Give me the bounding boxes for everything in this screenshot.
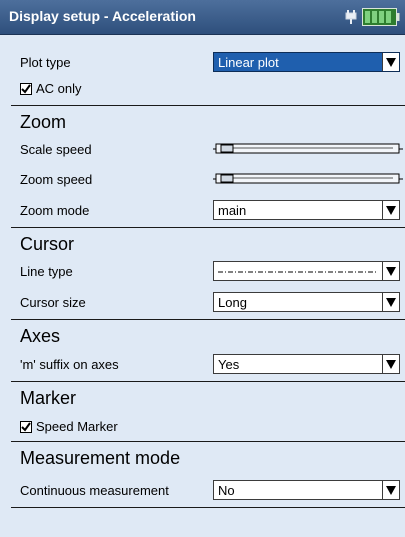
window-title: Display setup - Acceleration (9, 8, 196, 24)
cursor-size-value: Long (218, 295, 247, 310)
slider-thumb[interactable] (220, 144, 234, 153)
ac-only-checkbox[interactable] (20, 83, 32, 95)
m-suffix-value: Yes (218, 357, 240, 372)
divider (11, 319, 405, 320)
zoom-section-header: Zoom (20, 112, 67, 132)
divider (11, 441, 405, 442)
zoom-mode-value: main (218, 203, 247, 218)
cursor-size-label: Cursor size (20, 295, 86, 310)
chevron-down-icon[interactable] (382, 293, 399, 311)
settings-panel: Plot type Linear plot AC only Zoom Scale… (0, 34, 405, 537)
line-type-dropdown[interactable] (213, 261, 400, 281)
cursor-section-header: Cursor (20, 234, 75, 254)
speed-marker-label: Speed Marker (36, 419, 118, 434)
zoom-mode-dropdown[interactable]: main (213, 200, 400, 220)
scale-speed-label: Scale speed (20, 142, 92, 157)
slider-thumb[interactable] (220, 174, 234, 183)
plug-icon (345, 10, 357, 24)
dash-dot-line-preview (218, 271, 378, 273)
m-suffix-dropdown[interactable]: Yes (213, 354, 400, 374)
continuous-measurement-label: Continuous measurement (20, 483, 169, 498)
zoom-speed-label: Zoom speed (20, 172, 93, 187)
plot-type-label: Plot type (20, 55, 71, 70)
divider (11, 381, 405, 382)
axes-section-header: Axes (20, 326, 61, 346)
plot-type-dropdown[interactable]: Linear plot (213, 52, 400, 72)
continuous-measurement-value: No (218, 483, 235, 498)
chevron-down-icon[interactable] (382, 355, 399, 373)
battery-icon (362, 8, 400, 26)
zoom-speed-slider[interactable] (213, 172, 403, 186)
zoom-mode-label: Zoom mode (20, 203, 90, 218)
chevron-down-icon[interactable] (382, 201, 399, 219)
m-suffix-label: 'm' suffix on axes (20, 357, 119, 372)
speed-marker-checkbox[interactable] (20, 421, 32, 433)
divider (11, 227, 405, 228)
plot-type-value: Linear plot (218, 55, 279, 70)
chevron-down-icon[interactable] (382, 481, 399, 499)
line-type-label: Line type (20, 264, 73, 279)
ac-only-label: AC only (36, 81, 82, 96)
divider (11, 507, 405, 508)
continuous-measurement-dropdown[interactable]: No (213, 480, 400, 500)
title-bar: Display setup - Acceleration (0, 0, 405, 35)
measurement-mode-section-header: Measurement mode (20, 448, 181, 468)
cursor-size-dropdown[interactable]: Long (213, 292, 400, 312)
chevron-down-icon[interactable] (382, 53, 399, 71)
divider (11, 105, 405, 106)
marker-section-header: Marker (20, 388, 77, 408)
scale-speed-slider[interactable] (213, 142, 403, 156)
chevron-down-icon[interactable] (382, 262, 399, 280)
